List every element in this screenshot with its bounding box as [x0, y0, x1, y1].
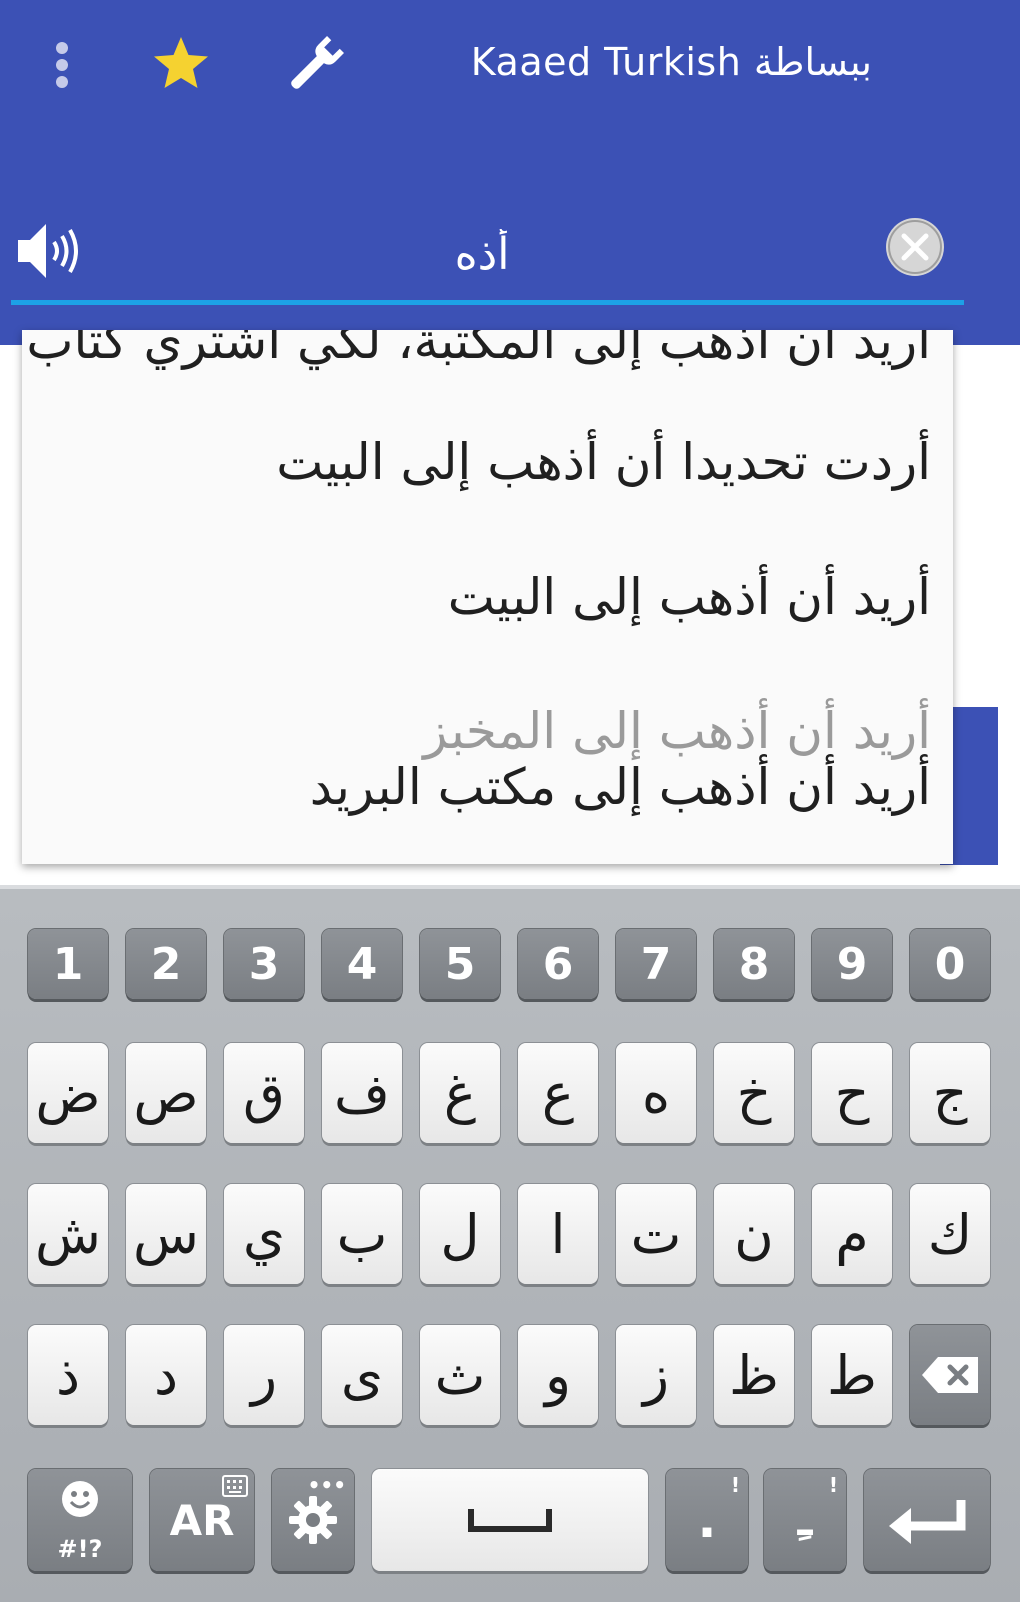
clear-search-icon[interactable]: [886, 218, 944, 276]
key-letter[interactable]: ط: [812, 1325, 892, 1425]
key-letter[interactable]: ه: [616, 1043, 696, 1143]
favorites-star-icon[interactable]: [150, 33, 212, 95]
key-letter[interactable]: ل: [420, 1184, 500, 1284]
enter-icon: [889, 1500, 966, 1544]
app-title: Kaaed Turkish ببساطة: [470, 40, 872, 84]
key-0[interactable]: 0: [910, 929, 990, 999]
suggestion-item[interactable]: أريد أن أذهب إلى المخبز: [423, 702, 931, 760]
speaker-icon[interactable]: [14, 216, 84, 286]
key-letter[interactable]: ق: [224, 1043, 304, 1143]
backspace-key[interactable]: [910, 1325, 990, 1425]
key-1[interactable]: 1: [28, 929, 108, 999]
language-key[interactable]: AR: [150, 1469, 254, 1571]
emoji-symbols-key[interactable]: #!?: [28, 1469, 132, 1571]
key-letter[interactable]: ج: [910, 1043, 990, 1143]
soft-keyboard: 1 2 3 4 5 6 7 8 9 0 ض ص ق ف غ ع ه خ ح ج …: [0, 885, 1020, 1602]
key-8[interactable]: 8: [714, 929, 794, 999]
key-letter[interactable]: س: [126, 1184, 206, 1284]
key-letter[interactable]: خ: [714, 1043, 794, 1143]
suggestion-item[interactable]: أريد أن أذهب إلى مكتب البريد: [310, 758, 931, 816]
key-letter[interactable]: ر: [224, 1325, 304, 1425]
key-letter[interactable]: ى: [322, 1325, 402, 1425]
key-9[interactable]: 9: [812, 929, 892, 999]
key-letter[interactable]: ظ: [714, 1325, 794, 1425]
period-hint: !: [730, 1473, 740, 1497]
symbols-label: #!?: [57, 1535, 103, 1563]
key-7[interactable]: 7: [616, 929, 696, 999]
key-letter[interactable]: ي: [224, 1184, 304, 1284]
key-letter[interactable]: ك: [910, 1184, 990, 1284]
period-label: .: [697, 1491, 717, 1549]
gear-icon: [289, 1496, 337, 1544]
key-letter[interactable]: ح: [812, 1043, 892, 1143]
key-letter[interactable]: و: [518, 1325, 598, 1425]
enter-key[interactable]: [864, 1469, 990, 1571]
suggestion-item[interactable]: أريد أن أذهب إلى البيت: [448, 568, 931, 626]
key-4[interactable]: 4: [322, 929, 402, 999]
suggestion-item[interactable]: أريد أن أذهب إلى المكتبة، لكي أشتري كتاب: [26, 330, 931, 370]
smiley-icon: [62, 1481, 98, 1517]
suggestion-item[interactable]: أردت تحديدا أن أذهب إلى البيت: [276, 433, 931, 491]
key-letter[interactable]: ص: [126, 1043, 206, 1143]
key-letter[interactable]: ش: [28, 1184, 108, 1284]
key-2[interactable]: 2: [126, 929, 206, 999]
diacritic-label: ـِ: [797, 1494, 813, 1546]
diacritic-hint: !: [828, 1473, 838, 1497]
key-letter[interactable]: ث: [420, 1325, 500, 1425]
key-5[interactable]: 5: [420, 929, 500, 999]
backspace-icon: [922, 1357, 978, 1393]
key-letter[interactable]: ت: [616, 1184, 696, 1284]
key-3[interactable]: 3: [224, 929, 304, 999]
key-letter[interactable]: م: [812, 1184, 892, 1284]
language-label: AR: [169, 1495, 235, 1545]
period-key[interactable]: ! .: [666, 1469, 748, 1571]
key-letter[interactable]: ع: [518, 1043, 598, 1143]
key-letter[interactable]: ف: [322, 1043, 402, 1143]
key-letter[interactable]: د: [126, 1325, 206, 1425]
search-input[interactable]: [100, 218, 864, 290]
more-dots: •••: [307, 1473, 346, 1497]
diacritic-key[interactable]: ! ـِ: [764, 1469, 846, 1571]
key-6[interactable]: 6: [518, 929, 598, 999]
key-letter[interactable]: ب: [322, 1184, 402, 1284]
key-letter[interactable]: ا: [518, 1184, 598, 1284]
keyboard-icon: [222, 1475, 248, 1497]
suggestions-dropdown[interactable]: أريد أن أذهب إلى المكتبة، لكي أشتري كتاب…: [22, 330, 953, 864]
key-letter[interactable]: ز: [616, 1325, 696, 1425]
overflow-menu-icon[interactable]: [50, 38, 74, 92]
settings-wrench-icon[interactable]: [280, 30, 350, 100]
key-letter[interactable]: ض: [28, 1043, 108, 1143]
app-bar: Kaaed Turkish ببساطة: [0, 0, 1020, 345]
space-bar-icon: [468, 1509, 552, 1532]
keyboard-settings-key[interactable]: •••: [272, 1469, 354, 1571]
key-letter[interactable]: غ: [420, 1043, 500, 1143]
key-letter[interactable]: ذ: [28, 1325, 108, 1425]
key-letter[interactable]: ن: [714, 1184, 794, 1284]
search-underline: [11, 300, 964, 305]
space-key[interactable]: [372, 1469, 648, 1571]
